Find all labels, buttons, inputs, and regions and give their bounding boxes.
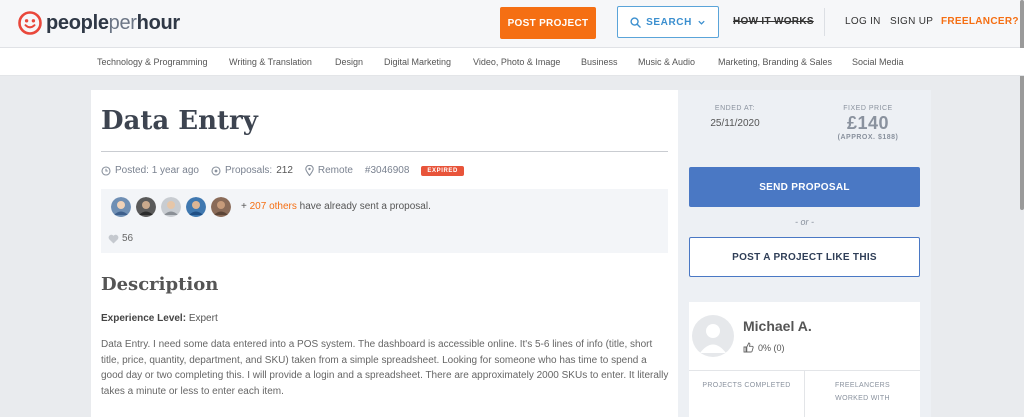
experience-level: Experience Level: Expert xyxy=(101,313,218,324)
like-count: 56 xyxy=(122,233,134,244)
category-design[interactable]: Design xyxy=(335,57,363,67)
category-video-photo[interactable]: Video, Photo & Image xyxy=(473,57,560,67)
category-music-audio[interactable]: Music & Audio xyxy=(638,57,695,67)
category-digital-marketing[interactable]: Digital Marketing xyxy=(384,57,451,67)
location-meta: Remote xyxy=(305,165,353,176)
send-proposal-button[interactable]: SEND PROPOSAL xyxy=(689,167,920,207)
proposal-avatars xyxy=(111,197,231,217)
fixed-price: FIXED PRICE £140 (APPROX. $188) xyxy=(837,105,899,141)
search-button[interactable]: SEARCH xyxy=(617,6,719,38)
category-nav: Technology & Programming Writing & Trans… xyxy=(0,48,1024,76)
proposal-count-text: + 207 others have already sent a proposa… xyxy=(241,201,431,212)
logo-icon xyxy=(18,11,42,35)
category-marketing-branding[interactable]: Marketing, Branding & Sales xyxy=(718,57,832,67)
avatar[interactable] xyxy=(136,197,156,217)
chevron-down-icon xyxy=(698,20,705,25)
header-divider xyxy=(824,8,825,36)
post-project-button[interactable]: POST PROJECT xyxy=(500,7,596,39)
description-body: Data Entry. I need some data entered int… xyxy=(101,339,669,397)
page-title: Data Entry xyxy=(101,106,258,136)
like-button[interactable]: 56 xyxy=(108,233,133,244)
project-id: #3046908 xyxy=(364,165,410,176)
description-heading: Description xyxy=(101,274,219,295)
thumbs-up-icon xyxy=(743,342,754,353)
proposals-meta: Proposals: 212 xyxy=(211,165,293,176)
ended-at: ENDED AT: 25/11/2020 xyxy=(710,105,760,129)
avatar[interactable] xyxy=(186,197,206,217)
top-header: peopleperhour POST PROJECT SEARCH HOW IT… xyxy=(0,0,1024,48)
project-sidebar: ENDED AT: 25/11/2020 FIXED PRICE £140 (A… xyxy=(678,90,931,417)
target-icon xyxy=(211,165,221,176)
category-technology[interactable]: Technology & Programming xyxy=(97,57,208,67)
search-icon xyxy=(630,16,641,28)
post-project-like-this-button[interactable]: POST A PROJECT LIKE THIS xyxy=(689,237,920,277)
clock-icon xyxy=(101,165,111,176)
scrollbar[interactable] xyxy=(1020,0,1024,210)
project-main: Data Entry Posted: 1 year ago Proposals:… xyxy=(91,90,678,417)
buyer-stats: PROJECTS COMPLETED FREELANCERS WORKED WI… xyxy=(689,370,920,417)
project-meta: Posted: 1 year ago Proposals: 212 Remote… xyxy=(101,165,464,176)
logo[interactable]: peopleperhour xyxy=(18,11,180,35)
signup-link[interactable]: SIGN UP xyxy=(890,16,933,27)
category-business[interactable]: Business xyxy=(581,57,618,67)
avatar[interactable] xyxy=(161,197,181,217)
category-social-media[interactable]: Social Media xyxy=(852,57,904,67)
stat-projects-completed: PROJECTS COMPLETED xyxy=(702,382,791,389)
stat-freelancers-worked-with: FREELANCERS WORKED WITH xyxy=(834,382,891,402)
avatar[interactable] xyxy=(111,197,131,217)
user-placeholder-icon xyxy=(700,324,726,353)
category-writing[interactable]: Writing & Translation xyxy=(229,57,312,67)
logo-text: peopleperhour xyxy=(46,11,180,34)
buyer-rating: 0% (0) xyxy=(743,342,785,353)
avatar[interactable] xyxy=(211,197,231,217)
buyer-avatar[interactable] xyxy=(692,315,734,357)
or-separator: - or - xyxy=(795,217,814,227)
search-label: SEARCH xyxy=(646,16,692,28)
heart-icon xyxy=(108,234,119,243)
freelancer-link[interactable]: FREELANCER? xyxy=(941,16,1019,27)
status-badge: EXPIRED xyxy=(421,165,464,176)
buyer-name[interactable]: Michael A. xyxy=(743,318,812,334)
others-link[interactable]: 207 others xyxy=(250,201,297,212)
title-divider xyxy=(101,151,668,152)
proposals-panel: + 207 others have already sent a proposa… xyxy=(101,189,668,253)
posted-meta: Posted: 1 year ago xyxy=(101,165,199,176)
location-pin-icon xyxy=(305,165,314,176)
how-it-works-link[interactable]: HOW IT WORKS xyxy=(733,16,814,27)
buyer-card: Michael A. 0% (0) PROJECTS COMPLETED FRE… xyxy=(689,302,920,417)
login-link[interactable]: LOG IN xyxy=(845,16,881,27)
